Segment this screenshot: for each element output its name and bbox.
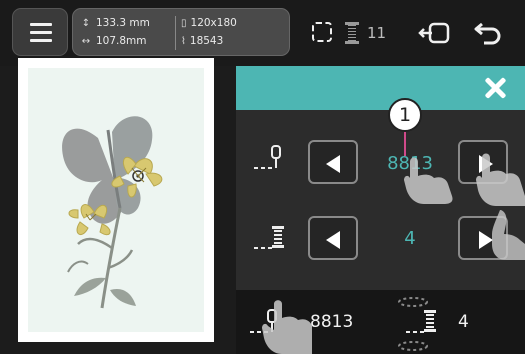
back-icon[interactable] (472, 18, 506, 46)
height-icon: ↕ (81, 17, 91, 29)
close-icon[interactable] (483, 76, 507, 100)
top-toolbar: ↕ 133.3 mm ↔ 107.8mm ▯ 120x180 ⌇ 18543 1… (0, 0, 525, 66)
design-info-panel: ↕ 133.3 mm ↔ 107.8mm ▯ 120x180 ⌇ 18543 (72, 8, 290, 56)
callout-marker: 1 (388, 98, 422, 132)
bobbin-color-prev-button[interactable] (308, 216, 358, 260)
bobbin-icon (254, 224, 288, 252)
bottom-summary-bar: 8813 4 (236, 290, 525, 354)
thread-color-prev-button[interactable] (308, 140, 358, 184)
hoop-icon: ▯ (181, 17, 187, 29)
hoop-area (28, 68, 204, 332)
thread-color-summary: 8813 (310, 312, 354, 332)
bobbin-color-next-button[interactable] (458, 216, 508, 260)
needle-thread-icon (254, 144, 288, 172)
width-icon: ↔ (81, 35, 91, 47)
stitch-count: 18543 (189, 35, 224, 47)
info-divider (175, 16, 176, 50)
color-count: 11 (367, 24, 387, 42)
stitch-icon: ⌇ (181, 35, 186, 47)
color-edit-panel: 8813 4 8813 4 (236, 66, 525, 354)
thread-color-value: 8813 (387, 153, 433, 174)
selection-icon[interactable] (312, 22, 332, 42)
design-image (62, 116, 163, 309)
exit-icon[interactable] (418, 22, 452, 44)
thread-color-next-button[interactable] (458, 140, 508, 184)
design-height: 133.3 mm (96, 17, 150, 29)
design-width: 107.8mm (96, 35, 147, 47)
callout-line (404, 132, 406, 156)
embroidery-preview[interactable] (18, 58, 214, 342)
bobbin-icon (345, 22, 359, 44)
bobbin-color-summary: 4 (458, 312, 469, 332)
needle-thread-icon[interactable] (250, 308, 284, 336)
bobbin-color-value: 4 (404, 228, 416, 249)
hoop-size: 120x180 (190, 17, 237, 29)
bobbin-icon[interactable] (406, 308, 440, 336)
panel-header (236, 66, 525, 110)
menu-button[interactable] (12, 8, 68, 56)
